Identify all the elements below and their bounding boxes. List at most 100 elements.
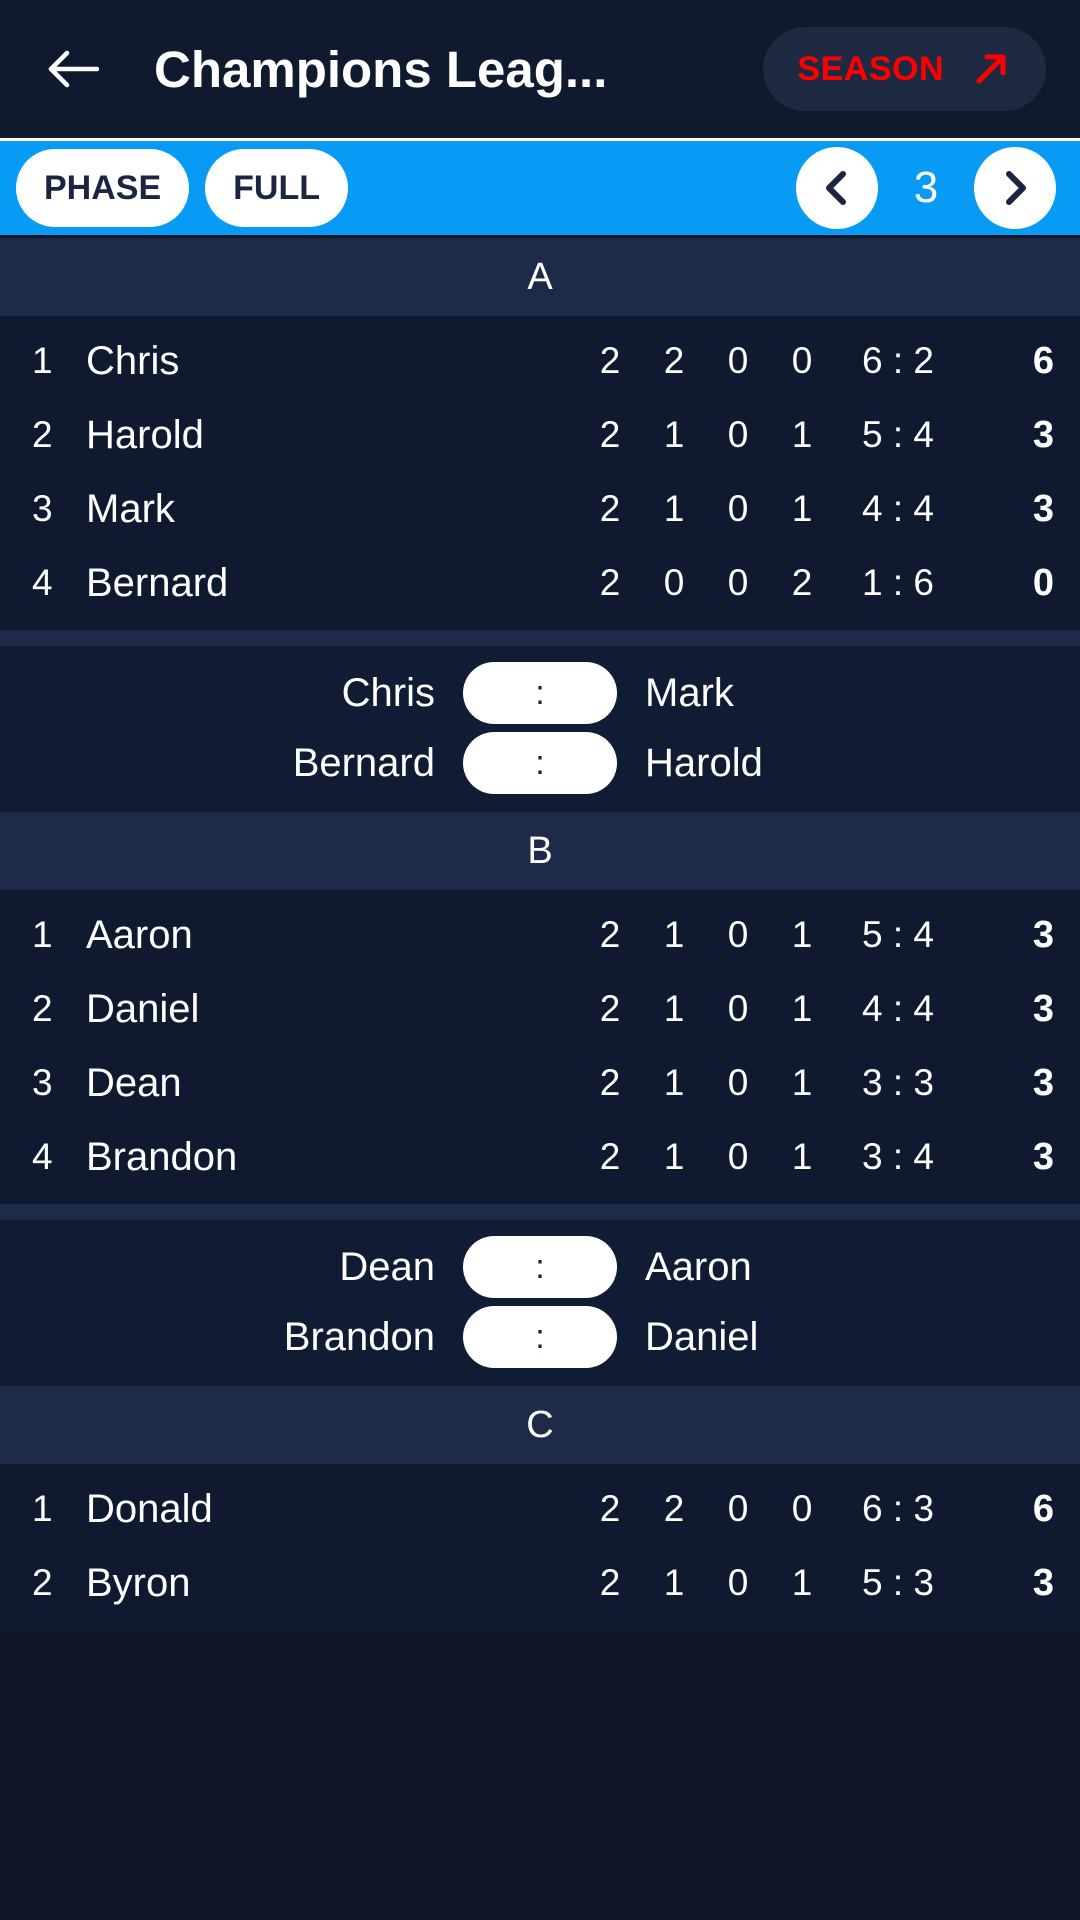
lost-cell: 0 xyxy=(791,1488,813,1529)
points-cell: 0 xyxy=(1032,561,1054,604)
goals-cell: 4 : 4 xyxy=(862,488,934,529)
points-cell: 3 xyxy=(1032,987,1054,1030)
table-row[interactable]: 4 Bernard 2 0 0 2 1 : 6 0 xyxy=(0,546,1080,620)
table-row[interactable]: 2 Harold 2 1 0 1 5 : 4 3 xyxy=(0,398,1080,472)
points-cell: 3 xyxy=(1032,1135,1054,1178)
points-cell: 3 xyxy=(1032,1061,1054,1104)
team-name-cell: Dean xyxy=(86,1060,182,1105)
section-divider xyxy=(0,630,1080,646)
group-name: C xyxy=(526,1403,554,1446)
lost-cell: 1 xyxy=(791,1062,813,1103)
won-cell: 1 xyxy=(663,488,685,529)
drawn-cell: 0 xyxy=(727,988,749,1029)
goals-cell: 5 : 4 xyxy=(862,914,934,955)
rank-cell: 4 xyxy=(32,562,53,603)
phase-button[interactable]: PHASE xyxy=(16,149,190,227)
goals-cell: 5 : 4 xyxy=(862,414,934,455)
chevron-right-icon xyxy=(1006,171,1026,205)
fixture-away-team: Daniel xyxy=(645,1314,759,1359)
fixture-away-team: Mark xyxy=(645,670,734,715)
goals-cell: 4 : 4 xyxy=(862,988,934,1029)
arrow-up-right-icon xyxy=(976,54,1006,84)
group-header: C xyxy=(0,1386,1080,1464)
goals-cell: 6 : 3 xyxy=(862,1488,934,1529)
rank-cell: 3 xyxy=(32,1062,53,1103)
played-cell: 2 xyxy=(599,562,621,603)
won-cell: 2 xyxy=(663,1488,685,1529)
standings-table: 1 Chris 2 2 0 0 6 : 2 6 2 Harold 2 1 0 1 5 : 4 3 3 Mark 2 1… xyxy=(0,316,1080,630)
won-cell: 1 xyxy=(663,414,685,455)
previous-round-button[interactable] xyxy=(796,147,878,229)
group-name: A xyxy=(527,255,553,298)
goals-cell: 1 : 6 xyxy=(862,562,934,603)
table-row[interactable]: 1 Aaron 2 1 0 1 5 : 4 3 xyxy=(0,898,1080,972)
back-arrow-icon xyxy=(48,50,99,88)
fixture-home-team: Brandon xyxy=(283,1314,435,1359)
season-button[interactable]: SEASON xyxy=(763,27,1046,111)
drawn-cell: 0 xyxy=(727,414,749,455)
group-name: B xyxy=(527,829,553,872)
rank-cell: 3 xyxy=(32,488,53,529)
table-row[interactable]: 2 Byron 2 1 0 1 5 : 3 3 xyxy=(0,1546,1080,1620)
team-name-cell: Daniel xyxy=(86,986,200,1031)
standings-table: 1 Aaron 2 1 0 1 5 : 4 3 2 Daniel 2 1 0 1 4 : 4 3 3 Dean 2 1… xyxy=(0,890,1080,1204)
goals-cell: 5 : 3 xyxy=(862,1562,934,1603)
fixtures-list: Dean: Aaron Brandon: Daniel xyxy=(0,1220,1080,1386)
rank-cell: 1 xyxy=(32,340,53,381)
drawn-cell: 0 xyxy=(727,340,749,381)
fixture-away-team: Aaron xyxy=(645,1244,752,1289)
won-cell: 2 xyxy=(663,340,685,381)
table-row[interactable]: 1 Donald 2 2 0 0 6 : 3 6 xyxy=(0,1472,1080,1546)
fixtures-list: Chris: Mark Bernard: Harold xyxy=(0,646,1080,812)
points-cell: 3 xyxy=(1032,913,1054,956)
fixture-score-input[interactable]: : xyxy=(463,1236,617,1298)
drawn-cell: 0 xyxy=(727,1136,749,1177)
team-name-cell: Brandon xyxy=(86,1134,238,1179)
fixture-score-input[interactable]: : xyxy=(463,662,617,724)
points-cell: 3 xyxy=(1032,1561,1054,1604)
table-row[interactable]: 3 Dean 2 1 0 1 3 : 3 3 xyxy=(0,1046,1080,1120)
played-cell: 2 xyxy=(599,1136,621,1177)
points-cell: 3 xyxy=(1032,413,1054,456)
group-header: B xyxy=(0,812,1080,890)
table-row[interactable]: 3 Mark 2 1 0 1 4 : 4 3 xyxy=(0,472,1080,546)
team-name-cell: Chris xyxy=(86,338,180,383)
table-row[interactable]: 4 Brandon 2 1 0 1 3 : 4 3 xyxy=(0,1120,1080,1194)
standings-table: 1 Donald 2 2 0 0 6 : 3 6 2 Byron 2 1 0 1 5 : 3 3 xyxy=(0,1464,1080,1630)
fixture-home-team: Bernard xyxy=(292,740,435,785)
won-cell: 1 xyxy=(663,1136,685,1177)
back-button[interactable] xyxy=(26,23,118,115)
team-name-cell: Bernard xyxy=(86,560,229,605)
fixture-score-input[interactable]: : xyxy=(463,1306,617,1368)
page-title: Champions Leag... xyxy=(154,40,608,98)
drawn-cell: 0 xyxy=(727,488,749,529)
lost-cell: 1 xyxy=(791,988,813,1029)
drawn-cell: 0 xyxy=(727,1062,749,1103)
group-header: A xyxy=(0,238,1080,316)
played-cell: 2 xyxy=(599,1062,621,1103)
lost-cell: 2 xyxy=(791,562,813,603)
played-cell: 2 xyxy=(599,414,621,455)
fixture-score-input[interactable]: : xyxy=(463,732,617,794)
lost-cell: 1 xyxy=(791,488,813,529)
won-cell: 1 xyxy=(663,914,685,955)
full-button[interactable]: FULL xyxy=(205,149,348,227)
table-row[interactable]: 2 Daniel 2 1 0 1 4 : 4 3 xyxy=(0,972,1080,1046)
won-cell: 1 xyxy=(663,988,685,1029)
chevron-left-icon xyxy=(826,171,846,205)
drawn-cell: 0 xyxy=(727,914,749,955)
points-cell: 6 xyxy=(1032,339,1054,382)
table-row[interactable]: 1 Chris 2 2 0 0 6 : 2 6 xyxy=(0,324,1080,398)
team-name-cell: Aaron xyxy=(86,912,193,957)
rank-cell: 1 xyxy=(32,1488,53,1529)
drawn-cell: 0 xyxy=(727,1488,749,1529)
fixture-home-team: Chris xyxy=(341,670,435,715)
rank-cell: 4 xyxy=(32,1136,53,1177)
season-label: SEASON xyxy=(797,49,944,88)
won-cell: 1 xyxy=(663,1062,685,1103)
rank-cell: 2 xyxy=(32,988,53,1029)
played-cell: 2 xyxy=(599,914,621,955)
round-navigation: 3 xyxy=(796,147,1056,229)
next-round-button[interactable] xyxy=(974,147,1056,229)
goals-cell: 3 : 4 xyxy=(862,1136,934,1177)
